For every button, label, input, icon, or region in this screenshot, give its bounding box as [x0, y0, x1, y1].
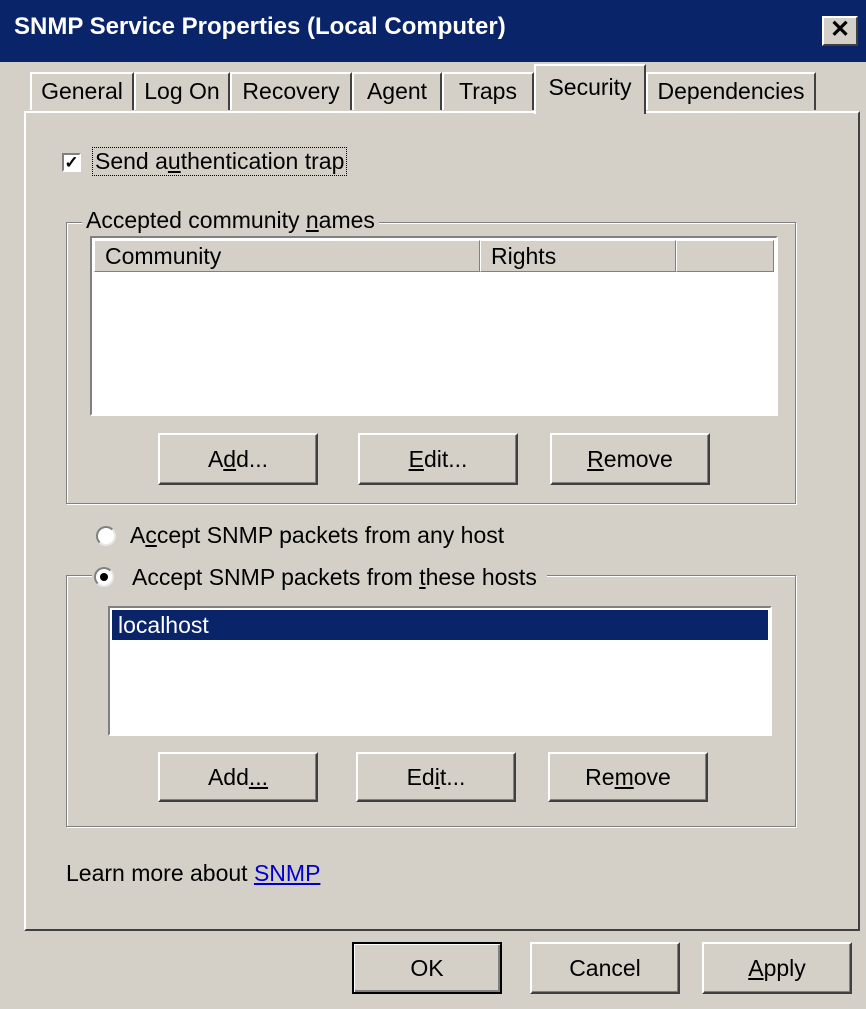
radio-these-hosts-label[interactable]: Accept SNMP packets from these hosts: [96, 564, 537, 591]
auth-trap-checkbox[interactable]: ✓: [62, 153, 81, 172]
label-accel: d: [223, 446, 237, 472]
hosts-edit-button[interactable]: Edit...: [356, 752, 516, 802]
label-accel: m: [614, 764, 634, 790]
community-list[interactable]: Community Rights: [90, 236, 778, 416]
label-part: pply: [763, 955, 806, 981]
radio-any-host[interactable]: [96, 526, 116, 546]
cancel-button[interactable]: Cancel: [530, 942, 680, 994]
label-part: Re: [585, 764, 615, 790]
label-part: Add: [207, 764, 249, 790]
label-accel: R: [587, 446, 604, 472]
label-part: thentication trap: [180, 148, 345, 174]
label-part: A: [130, 522, 146, 548]
hosts-remove-button[interactable]: Remove: [548, 752, 708, 802]
label-part: ove: [633, 764, 671, 790]
apply-button[interactable]: Apply: [702, 942, 852, 994]
checkmark-icon: ✓: [64, 153, 79, 172]
label-part: d...: [236, 446, 269, 472]
title-bar[interactable]: SNMP Service Properties (Local Computer)…: [0, 0, 866, 62]
label-accel: u: [167, 148, 181, 174]
label-part: dit...: [423, 446, 468, 472]
tab-label: Recovery: [242, 78, 340, 104]
hosts-group-legend: Accept SNMP packets from these hosts: [92, 564, 547, 591]
radio-selected-dot: [100, 573, 108, 581]
cancel-label: Cancel: [569, 955, 641, 981]
label-part: Ed: [406, 764, 435, 790]
hosts-list[interactable]: localhost: [108, 606, 772, 736]
tab-label: Agent: [366, 78, 428, 104]
tab-log-on[interactable]: Log On: [134, 72, 230, 110]
label-part: ames: [318, 207, 375, 233]
learn-more: Learn more about SNMP: [66, 860, 320, 887]
label-part: Accept SNMP packets from: [132, 564, 420, 590]
tab-label: Dependencies: [657, 78, 805, 104]
radio-these-hosts[interactable]: [94, 567, 114, 587]
tab-dependencies[interactable]: Dependencies: [646, 72, 816, 110]
close-icon: ✕: [829, 16, 851, 43]
tab-general[interactable]: General: [30, 72, 134, 110]
label-accel: c: [145, 522, 157, 548]
auth-trap-label[interactable]: Send authentication trap: [92, 147, 348, 176]
ok-button[interactable]: OK: [352, 942, 502, 994]
label-part: t...: [439, 764, 466, 790]
column-header-community[interactable]: Community: [94, 240, 480, 272]
hosts-add-button[interactable]: Add...: [158, 752, 318, 802]
tab-label: Security: [548, 74, 632, 100]
tab-agent[interactable]: Agent: [352, 72, 442, 110]
tab-label: Log On: [144, 78, 220, 104]
label-part: cept SNMP packets from any host: [156, 522, 505, 548]
label-accel: E: [408, 446, 424, 472]
label-accel: ...: [248, 764, 269, 790]
label-part: Accepted community: [86, 207, 306, 233]
tab-security[interactable]: Security: [534, 64, 646, 114]
label-part: hese hosts: [425, 564, 537, 590]
community-edit-button[interactable]: Edit...: [358, 433, 518, 485]
tab-recovery[interactable]: Recovery: [230, 72, 352, 110]
label-accel: n: [305, 207, 319, 233]
label-accel: A: [748, 955, 764, 981]
community-add-button[interactable]: Add...: [158, 433, 318, 485]
radio-any-host-label[interactable]: Accept SNMP packets from any host: [130, 522, 504, 549]
close-button[interactable]: ✕: [822, 16, 858, 46]
community-group-label: Accepted community names: [82, 207, 379, 234]
column-header-rights[interactable]: Rights: [480, 240, 676, 272]
tab-traps[interactable]: Traps: [442, 72, 534, 110]
window-title: SNMP Service Properties (Local Computer): [14, 13, 506, 40]
list-item[interactable]: localhost: [112, 610, 768, 640]
ok-label: OK: [410, 955, 444, 981]
tab-label: General: [41, 78, 123, 104]
label-part: Send a: [95, 148, 168, 174]
tab-label: Traps: [459, 78, 517, 104]
column-header-empty[interactable]: [676, 240, 774, 272]
label-part: emove: [603, 446, 673, 472]
learn-more-text: Learn more about: [66, 860, 254, 886]
snmp-link[interactable]: SNMP: [254, 860, 320, 886]
community-remove-button[interactable]: Remove: [550, 433, 710, 485]
label-part: A: [207, 446, 224, 472]
